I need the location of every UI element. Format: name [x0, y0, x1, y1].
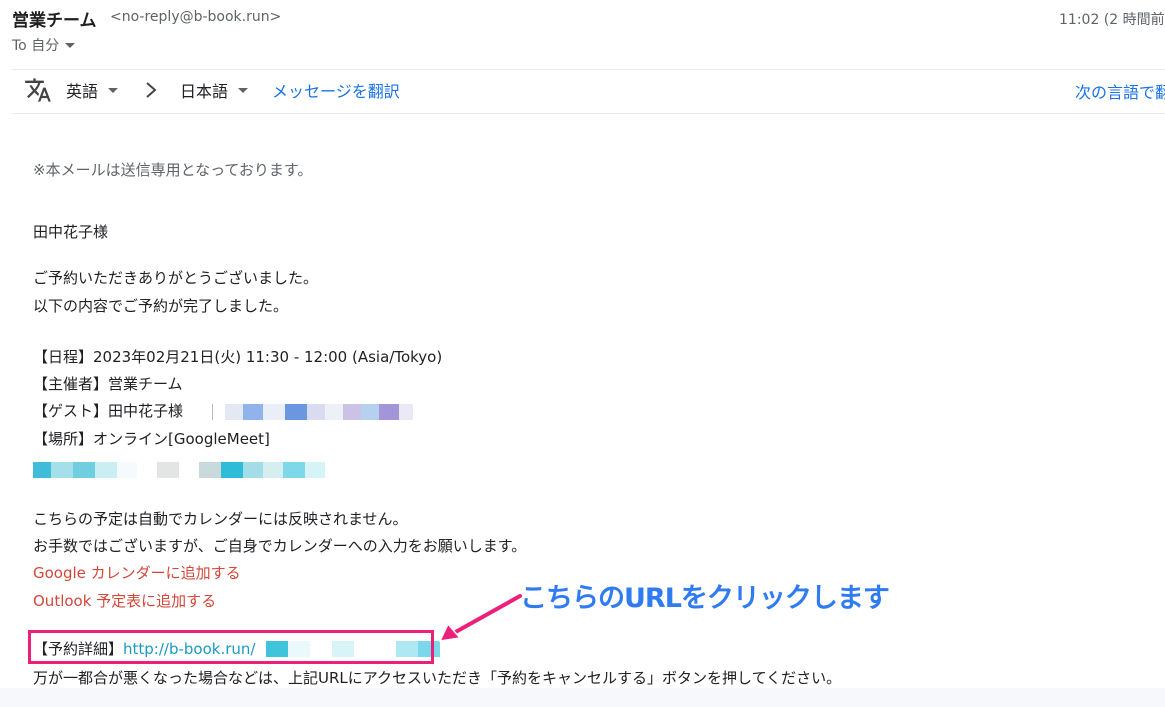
- calendar-note-line1: こちらの予定は自動でカレンダーには反映されません。: [33, 510, 408, 528]
- organizer-line: 【主催者】営業チーム: [33, 375, 183, 393]
- notice-text: ※本メールは送信専用となっております。: [33, 161, 313, 179]
- guest-label: 【ゲスト】田中花子様: [33, 402, 184, 420]
- google-calendar-link[interactable]: Google カレンダーに追加する: [33, 559, 241, 587]
- target-language-label: 日本語: [180, 82, 229, 101]
- callout-arrow-icon: [438, 592, 524, 642]
- translate-message-link[interactable]: メッセージを翻訳: [272, 78, 400, 102]
- sender-name[interactable]: 営業チーム: [12, 6, 97, 31]
- calendar-note-line2: お手数ではございますが、ご自身でカレンダーへの入力をお願いします。: [33, 537, 527, 555]
- target-language-select[interactable]: 日本語: [180, 78, 249, 102]
- redacted-guest-email: [212, 404, 413, 420]
- redacted-meeting-url: [33, 462, 325, 478]
- guest-line: 【ゲスト】田中花子様: [33, 397, 183, 425]
- source-language-label: 英語: [66, 82, 99, 101]
- url-highlight-box: [28, 630, 434, 664]
- translate-bar: 英語 日本語 メッセージを翻訳: [24, 76, 400, 104]
- outlook-calendar-link[interactable]: Outlook 予定表に追加する: [33, 587, 216, 615]
- schedule-line: 【日程】2023年02月21日(火) 11:30 - 12:00 (Asia/T…: [33, 348, 443, 366]
- always-translate-link[interactable]: 次の言語で翻: [1075, 79, 1165, 103]
- thanks-text: ご予約いただきありがとうございました。: [33, 269, 319, 287]
- place-line: 【場所】オンライン[GoogleMeet]: [33, 430, 270, 448]
- bottom-toolbar-strip: [0, 688, 1165, 707]
- divider: [12, 69, 1165, 70]
- recipient-name: 田中花子様: [33, 223, 109, 241]
- recipient-details-toggle[interactable]: To 自分: [12, 35, 76, 55]
- caret-down-icon: [65, 42, 76, 48]
- chevron-right-icon: [146, 82, 157, 98]
- source-language-select[interactable]: 英語: [66, 78, 119, 102]
- callout-text: こちらのURLをクリックします: [520, 583, 890, 614]
- sender-email: <no-reply@b-book.run>: [110, 9, 282, 25]
- completed-text: 以下の内容でご予約が完了しました。: [33, 297, 289, 315]
- caret-down-icon: [238, 87, 249, 93]
- caret-down-icon: [108, 87, 119, 93]
- divider: [12, 113, 1165, 114]
- message-time: 11:02 (2 時間前: [1059, 12, 1165, 28]
- translate-icon: [25, 78, 51, 102]
- to-label: To 自分: [12, 38, 60, 54]
